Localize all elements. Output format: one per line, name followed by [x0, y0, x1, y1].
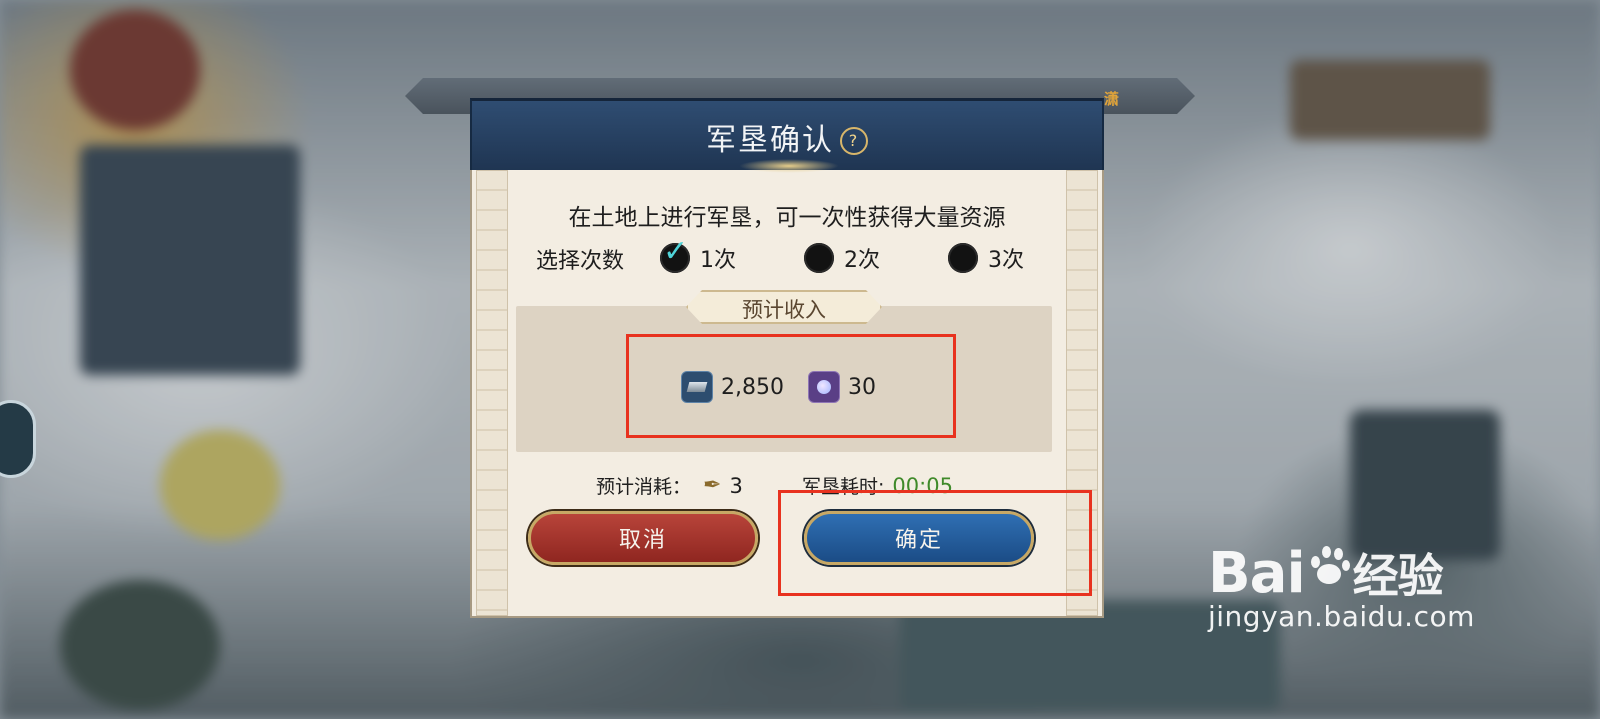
left-ornament: [476, 170, 508, 616]
cost-value: 3: [729, 473, 743, 498]
banner-mark: 潇: [1104, 90, 1120, 108]
watermark-logo-left: Bai: [1208, 541, 1306, 606]
dialog-header: 军垦确认?: [470, 98, 1104, 173]
estimated-cost: 预计消耗： ✒ 3: [596, 472, 743, 499]
option-label: 1次: [700, 248, 736, 273]
count-selector: 选择次数 ✓ 1次 2次 3次: [536, 237, 1036, 275]
cancel-button[interactable]: 取消: [528, 511, 758, 565]
radio-checked-icon[interactable]: ✓: [660, 237, 690, 273]
highlight-box-confirm: [778, 490, 1092, 596]
option-label: 2次: [844, 248, 880, 273]
header-ornament: [739, 159, 839, 173]
cancel-label: 取消: [618, 528, 667, 553]
watermark-url: jingyan.baidu.com: [1208, 600, 1475, 633]
dialog-title-row: 军垦确认?: [472, 115, 1102, 159]
radio-unchecked-icon[interactable]: [804, 243, 834, 273]
option-label: 3次: [988, 248, 1024, 273]
quill-icon: ✒: [703, 473, 722, 498]
highlight-box-income: [626, 334, 956, 438]
dialog-description: 在土地上进行军垦，可一次性获得大量资源: [470, 198, 1104, 232]
baidu-watermark: Bai 经验 jingyan.baidu.com: [1208, 540, 1475, 633]
cost-label: 预计消耗：: [596, 476, 692, 498]
option-1[interactable]: ✓ 1次: [660, 237, 736, 275]
description-text: 在土地上进行军垦，可一次性获得大量资源: [568, 205, 1006, 231]
income-label: 预计收入: [742, 298, 826, 322]
dialog-title: 军垦确认: [706, 123, 834, 158]
option-2[interactable]: 2次: [804, 241, 880, 275]
side-avatar-button[interactable]: [0, 400, 36, 478]
paw-icon: [1307, 546, 1351, 586]
income-label-plaque: 预计收入: [686, 290, 882, 324]
option-3[interactable]: 3次: [948, 241, 1024, 275]
watermark-logo: Bai 经验: [1208, 540, 1475, 606]
checkmark-icon: ✓: [663, 234, 689, 269]
help-icon[interactable]: ?: [840, 127, 868, 155]
watermark-logo-right: 经验: [1352, 549, 1444, 603]
choose-count-label: 选择次数: [536, 249, 625, 274]
radio-unchecked-icon[interactable]: [948, 243, 978, 273]
